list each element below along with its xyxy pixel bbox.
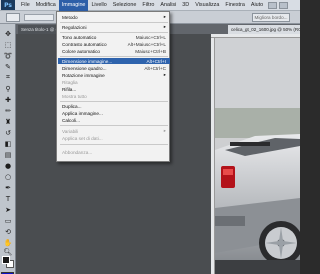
menu-modifica[interactable]: Modifica xyxy=(33,0,59,11)
menu-item-metodo[interactable]: Metodo ▸ xyxy=(58,14,170,20)
eraser-tool-icon[interactable]: ◧ xyxy=(2,138,14,149)
menu-aiuto[interactable]: Aiuto xyxy=(248,0,266,11)
crop-tool-icon[interactable]: ⌗ xyxy=(2,72,14,83)
path-selection-tool-icon[interactable]: ➤ xyxy=(2,204,14,215)
menu-immagine[interactable]: Immagine xyxy=(58,0,89,11)
shape-tool-icon[interactable]: ▭ xyxy=(2,215,14,226)
menu-item-dimensione-immagine[interactable]: Dimensione immagine... Alt+Ctrl+I xyxy=(58,58,170,65)
refine-edge-button[interactable]: Migliora bordo... xyxy=(252,13,290,22)
menu-item-ritaglia[interactable]: Ritaglia xyxy=(58,79,170,85)
gradient-tool-icon[interactable]: ▤ xyxy=(2,149,14,160)
foreground-color-swatch[interactable] xyxy=(2,256,10,264)
lasso-tool-icon[interactable]: ➰ xyxy=(2,50,14,61)
tool-preset-picker[interactable] xyxy=(6,13,20,22)
toolbox: ✥ ⬚ ➰ ✎ ⌗ ⚲ ✚ ✏ ♜ ↺ ◧ ▤ ● ○ ✒ T ➤ ▭ ⟲ ✋ … xyxy=(0,24,16,274)
menu-item-contrasto-automatico[interactable]: Contrasto automatico Alt+Maiusc+Ctrl+L xyxy=(58,41,170,47)
menu-bar: Ps File Modifica Immagine Livello Selezi… xyxy=(0,0,300,11)
menu-separator xyxy=(60,56,168,57)
menu-item-calcoli[interactable]: Calcoli... xyxy=(58,117,170,123)
menu-item-regolazioni[interactable]: Regolazioni ▸ xyxy=(58,24,170,30)
photoshop-logo[interactable]: Ps xyxy=(1,0,15,10)
menu-item-applica-immagine[interactable]: Applica immagine... xyxy=(58,110,170,116)
immagine-dropdown-menu: Metodo ▸ Regolazioni ▸ Tono automatico Maiu… xyxy=(56,11,170,162)
menu-bar-extras xyxy=(268,1,289,9)
menu-analisi[interactable]: Analisi xyxy=(157,0,179,11)
menu-item-dimensione-quadro[interactable]: Dimensione quadro... Alt+Ctrl+C xyxy=(58,65,170,71)
menu-item-duplica[interactable]: Duplica... xyxy=(58,103,170,109)
selection-mode-buttons[interactable] xyxy=(24,14,54,21)
menu-item-rifila[interactable]: Rifila... xyxy=(58,86,170,92)
menu-separator xyxy=(60,125,168,126)
3d-rotate-tool-icon[interactable]: ⟲ xyxy=(2,226,14,237)
menu-finestra[interactable]: Finestra xyxy=(222,0,247,11)
bridge-button[interactable] xyxy=(268,1,278,9)
tab-celica-document[interactable]: celica_gt_02_1600.jpg @ 50% (RGB/8) xyxy=(228,25,300,34)
menu-filtro[interactable]: Filtro xyxy=(139,0,157,11)
brush-tool-icon[interactable]: ✏ xyxy=(2,105,14,116)
menu-item-applica-set-di-dati[interactable]: Applica set di dati... xyxy=(58,135,170,141)
pen-tool-icon[interactable]: ✒ xyxy=(2,182,14,193)
submenu-arrow-icon: ▸ xyxy=(163,24,166,30)
menu-item-colore-automatico[interactable]: Colore automatico Maiusc+Ctrl+B xyxy=(58,48,170,54)
quick-select-tool-icon[interactable]: ✎ xyxy=(2,61,14,72)
main-menu: File Modifica Immagine Livello Selezione… xyxy=(18,0,266,11)
submenu-arrow-icon: ▸ xyxy=(163,72,166,78)
menu-item-mostra-tutto[interactable]: Mostra tutto xyxy=(58,93,170,99)
menu-visualizza[interactable]: Visualizza xyxy=(192,0,222,11)
submenu-arrow-icon: ▸ xyxy=(163,128,166,134)
menu-file[interactable]: File xyxy=(18,0,33,11)
car-photo-image xyxy=(215,38,300,274)
car-photo[interactable] xyxy=(215,38,300,274)
healing-brush-tool-icon[interactable]: ✚ xyxy=(2,94,14,105)
dodge-tool-icon[interactable]: ○ xyxy=(2,171,14,182)
submenu-arrow-icon: ▸ xyxy=(163,14,166,20)
menu-separator xyxy=(60,144,168,145)
menu-livello[interactable]: Livello xyxy=(88,0,109,11)
menu-separator xyxy=(60,101,168,102)
menu-selezione[interactable]: Selezione xyxy=(110,0,140,11)
history-brush-tool-icon[interactable]: ↺ xyxy=(2,127,14,138)
menu-item-variabili[interactable]: Variabili ▸ xyxy=(58,128,170,134)
menu-item-rotazione-immagine[interactable]: Rotazione immagine ▸ xyxy=(58,72,170,78)
menu-item-tono-automatico[interactable]: Tono automatico Maiusc+Ctrl+L xyxy=(58,34,170,40)
menu-3d[interactable]: 3D xyxy=(179,0,192,11)
eyedropper-tool-icon[interactable]: ⚲ xyxy=(2,83,14,94)
menu-separator xyxy=(60,32,168,33)
clone-stamp-tool-icon[interactable]: ♜ xyxy=(2,116,14,127)
type-tool-icon[interactable]: T xyxy=(2,193,14,204)
move-tool-icon[interactable]: ✥ xyxy=(2,28,14,39)
blur-tool-icon[interactable]: ● xyxy=(2,160,14,171)
menu-item-abbondanza[interactable]: Abbondanza... xyxy=(58,149,170,155)
mini-bridge-button[interactable] xyxy=(279,1,289,9)
menu-separator xyxy=(60,22,168,23)
marquee-tool-icon[interactable]: ⬚ xyxy=(2,39,14,50)
